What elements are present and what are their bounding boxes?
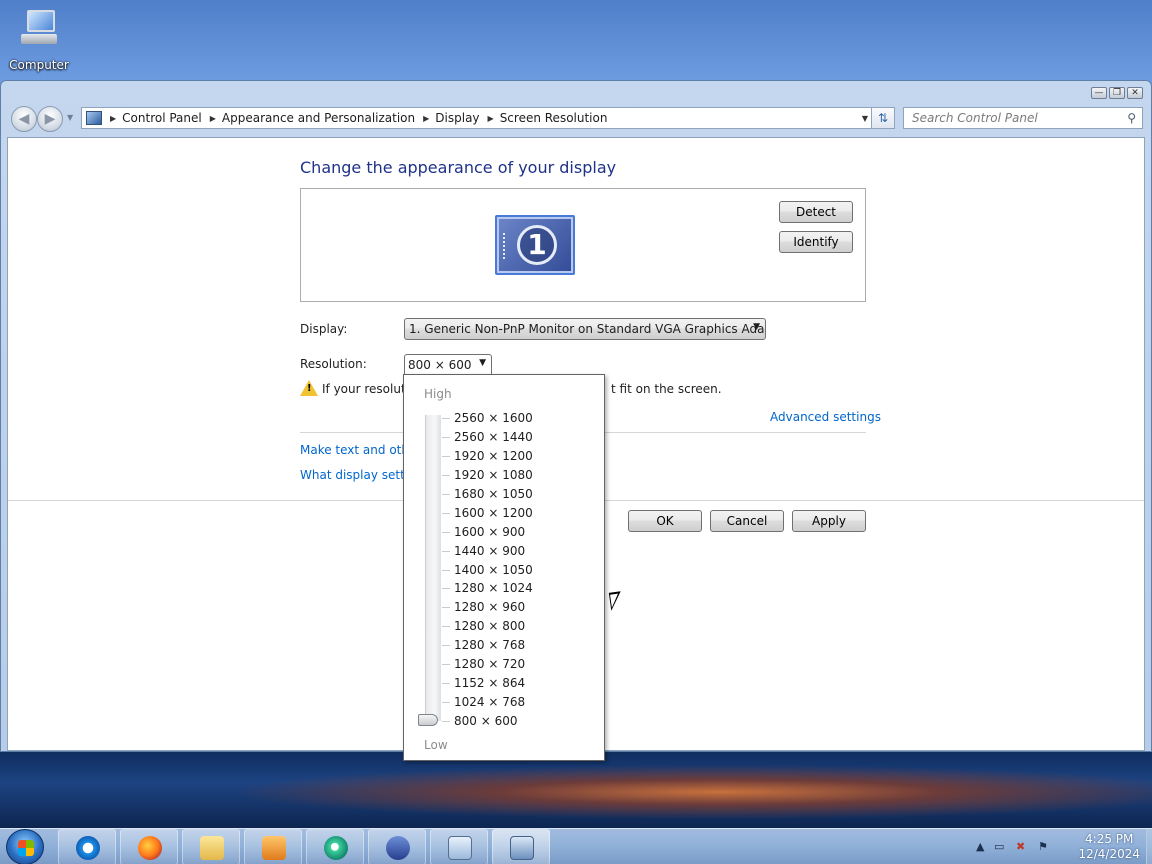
search-input[interactable]: Search Control Panel ⚲ bbox=[903, 107, 1143, 129]
desktop-icon-computer[interactable]: Computer bbox=[6, 8, 72, 74]
slider-high-label: High bbox=[424, 387, 452, 401]
monitor-1-icon[interactable]: 1 bbox=[495, 215, 575, 275]
warning-text-end: t fit on the screen. bbox=[611, 382, 722, 396]
show-desktop-button[interactable] bbox=[1146, 829, 1152, 864]
detect-button[interactable]: Detect bbox=[779, 201, 853, 223]
computer-icon bbox=[19, 8, 59, 48]
resolution-option-1600x900[interactable]: 1600 × 900 bbox=[442, 523, 533, 542]
navigation-bar: ◀ ▶ ▼ ▶ Control Panel ▶ Appearance and P… bbox=[9, 105, 1143, 133]
search-placeholder: Search Control Panel bbox=[912, 111, 1038, 125]
breadcrumb-appearance[interactable]: Appearance and Personalization bbox=[222, 111, 415, 125]
warning-icon: ! bbox=[300, 380, 318, 396]
resolution-select[interactable]: 800 × 600 ▼ bbox=[404, 354, 492, 376]
taskbar-internet-explorer[interactable] bbox=[58, 829, 116, 864]
resolution-option-1280x960[interactable]: 1280 × 960 bbox=[442, 598, 533, 617]
taskbar-window-app[interactable] bbox=[430, 829, 488, 864]
window-app-icon bbox=[448, 836, 472, 860]
display-preview: 1 Detect Identify bbox=[300, 188, 866, 302]
slider-low-label: Low bbox=[424, 738, 448, 752]
resolution-option-1280x1024[interactable]: 1280 × 1024 bbox=[442, 579, 533, 598]
maximize-button[interactable]: ❐ bbox=[1109, 87, 1125, 99]
show-hidden-icons-button[interactable]: ▲ bbox=[976, 840, 984, 853]
refresh-button[interactable]: ⇅ bbox=[871, 107, 895, 129]
resolution-option-1920x1080[interactable]: 1920 × 1080 bbox=[442, 466, 533, 485]
chevron-right-icon[interactable]: ▶ bbox=[110, 114, 116, 123]
media-player-icon bbox=[262, 836, 286, 860]
search-icon[interactable]: ⚲ bbox=[1127, 111, 1136, 125]
display-select-value: 1. Generic Non-PnP Monitor on Standard V… bbox=[409, 322, 766, 336]
resolution-option-1280x768[interactable]: 1280 × 768 bbox=[442, 636, 533, 655]
desktop-icon-label: Computer bbox=[9, 58, 69, 72]
resolution-option-1024x768[interactable]: 1024 × 768 bbox=[442, 693, 533, 712]
resolution-option-1920x1200[interactable]: 1920 × 1200 bbox=[442, 447, 533, 466]
resolution-slider-track[interactable] bbox=[425, 415, 441, 721]
clock[interactable]: 4:25 PM 12/4/2024 bbox=[1078, 832, 1140, 862]
display-select[interactable]: 1. Generic Non-PnP Monitor on Standard V… bbox=[404, 318, 766, 340]
clock-time: 4:25 PM bbox=[1085, 832, 1134, 846]
system-tray: ▲ ▭ ✖ ⚑ 4:25 PM 12/4/2024 bbox=[962, 829, 1152, 864]
file-explorer-icon bbox=[200, 836, 224, 860]
apply-button[interactable]: Apply bbox=[792, 510, 866, 532]
taskbar-firefox[interactable] bbox=[120, 829, 178, 864]
start-icon bbox=[18, 840, 34, 856]
chevron-right-icon[interactable]: ▶ bbox=[210, 114, 216, 123]
resolution-dropdown-popup: High 2560 × 1600 2560 × 1440 1920 × 1200… bbox=[403, 374, 605, 761]
resolution-option-2560x1440[interactable]: 2560 × 1440 bbox=[442, 428, 533, 447]
taskbar-infinity-app[interactable] bbox=[368, 829, 426, 864]
firefox-icon bbox=[138, 836, 162, 860]
resolution-option-1600x1200[interactable]: 1600 × 1200 bbox=[442, 504, 533, 523]
resolution-option-1152x864[interactable]: 1152 × 864 bbox=[442, 674, 533, 693]
refresh-icon: ⇅ bbox=[877, 111, 889, 125]
resolution-slider-thumb[interactable] bbox=[418, 714, 438, 726]
window-controls: — ❐ ✕ bbox=[1091, 87, 1143, 99]
minimize-button[interactable]: — bbox=[1091, 87, 1107, 99]
monitor-number: 1 bbox=[517, 225, 557, 265]
infinity-app-icon bbox=[386, 836, 410, 860]
resolution-option-1280x800[interactable]: 1280 × 800 bbox=[442, 617, 533, 636]
address-bar[interactable]: ▶ Control Panel ▶ Appearance and Persona… bbox=[81, 107, 875, 129]
resolution-option-1440x900[interactable]: 1440 × 900 bbox=[442, 542, 533, 561]
taskbar-file-explorer[interactable] bbox=[182, 829, 240, 864]
clock-date: 12/4/2024 bbox=[1078, 847, 1140, 861]
taskbar-green-app[interactable] bbox=[306, 829, 364, 864]
chevron-right-icon[interactable]: ▶ bbox=[488, 114, 494, 123]
desktop-wallpaper bbox=[0, 752, 1152, 828]
page-title: Change the appearance of your display bbox=[300, 158, 617, 177]
mouse-cursor-icon bbox=[608, 591, 624, 611]
chevron-right-icon[interactable]: ▶ bbox=[423, 114, 429, 123]
taskbar-control-panel[interactable] bbox=[492, 829, 550, 864]
internet-explorer-icon bbox=[76, 836, 100, 860]
display-label: Display: bbox=[300, 322, 348, 336]
network-icon[interactable]: ▭ bbox=[994, 840, 1004, 853]
start-button[interactable] bbox=[6, 829, 44, 864]
control-panel-icon bbox=[86, 111, 102, 125]
resolution-option-1680x1050[interactable]: 1680 × 1050 bbox=[442, 485, 533, 504]
cancel-button[interactable]: Cancel bbox=[710, 510, 784, 532]
advanced-settings-link[interactable]: Advanced settings bbox=[770, 410, 881, 424]
breadcrumb-screen-resolution[interactable]: Screen Resolution bbox=[500, 111, 608, 125]
resolution-label: Resolution: bbox=[300, 357, 367, 371]
chevron-down-icon: ▼ bbox=[753, 322, 760, 332]
ok-button[interactable]: OK bbox=[628, 510, 702, 532]
taskbar-media-player[interactable] bbox=[244, 829, 302, 864]
green-app-icon bbox=[324, 836, 348, 860]
control-panel-icon bbox=[510, 836, 534, 860]
breadcrumb-display[interactable]: Display bbox=[435, 111, 479, 125]
action-center-flag-icon[interactable]: ⚑ bbox=[1038, 840, 1048, 853]
resolution-option-1280x720[interactable]: 1280 × 720 bbox=[442, 655, 533, 674]
forward-button[interactable]: ▶ bbox=[37, 106, 63, 132]
back-button[interactable]: ◀ bbox=[11, 106, 37, 132]
resolution-option-1400x1050[interactable]: 1400 × 1050 bbox=[442, 561, 533, 580]
taskbar: ▲ ▭ ✖ ⚑ 4:25 PM 12/4/2024 bbox=[0, 828, 1152, 864]
recent-pages-dropdown[interactable]: ▼ bbox=[67, 113, 73, 122]
resolution-select-value: 800 × 600 bbox=[408, 358, 472, 372]
resolution-option-800x600[interactable]: 800 × 600 bbox=[442, 712, 533, 731]
volume-muted-icon[interactable]: ✖ bbox=[1016, 840, 1025, 853]
breadcrumb-control-panel[interactable]: Control Panel bbox=[122, 111, 202, 125]
identify-button[interactable]: Identify bbox=[779, 231, 853, 253]
close-button[interactable]: ✕ bbox=[1127, 87, 1143, 99]
resolution-option-list: 2560 × 1600 2560 × 1440 1920 × 1200 1920… bbox=[442, 409, 533, 731]
chevron-down-icon: ▼ bbox=[479, 358, 486, 368]
resolution-option-2560x1600[interactable]: 2560 × 1600 bbox=[442, 409, 533, 428]
